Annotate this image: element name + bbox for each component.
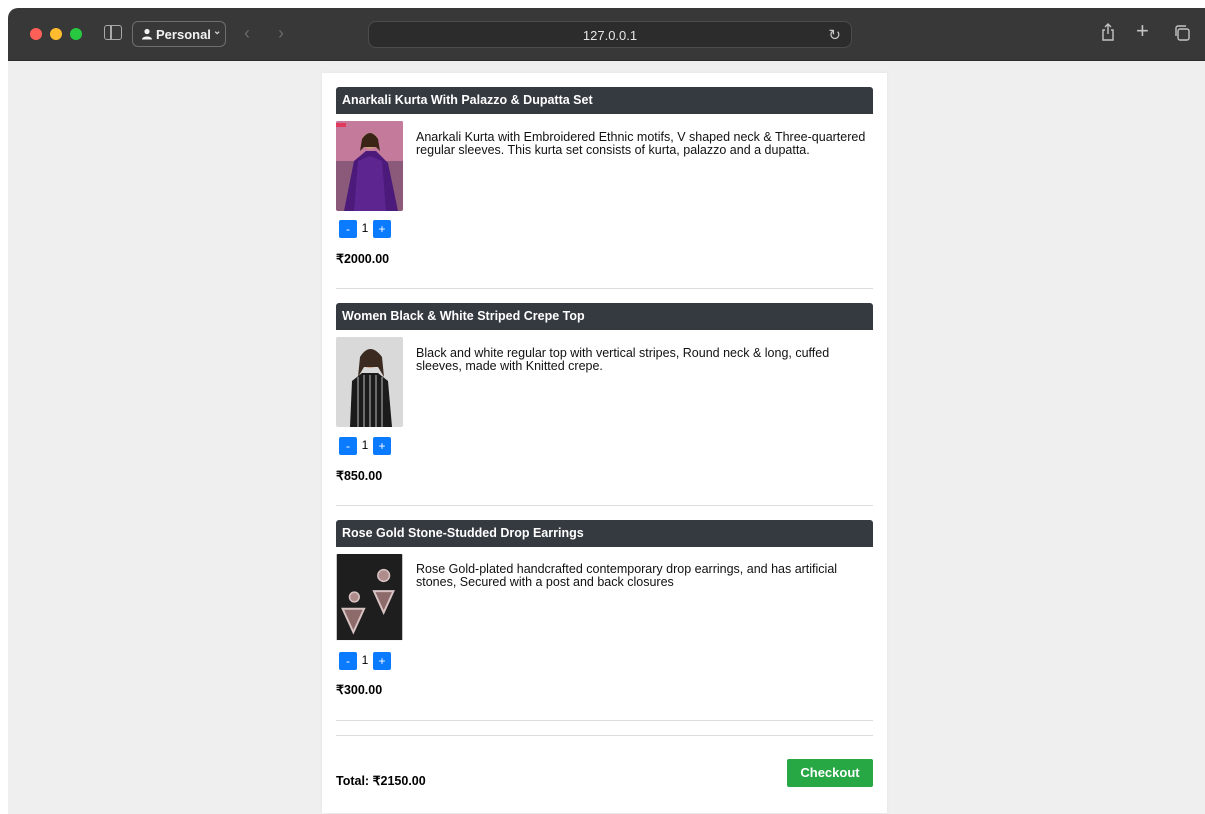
increase-quantity-button[interactable]: + xyxy=(373,437,391,455)
item-title: Rose Gold Stone-Studded Drop Earrings xyxy=(336,520,873,547)
item-title: Anarkali Kurta With Palazzo & Dupatta Se… xyxy=(336,87,873,114)
sidebar-toggle-icon[interactable] xyxy=(104,25,122,40)
product-image-striped-top xyxy=(336,337,403,427)
item-price: ₹300.00 xyxy=(336,683,383,697)
browser-toolbar: Personal ⌄ ‹ › 127.0.0.1 ↻ + xyxy=(8,8,1205,61)
decrease-quantity-button[interactable]: - xyxy=(339,220,357,238)
increase-quantity-button[interactable]: + xyxy=(373,652,391,670)
item-description: Rose Gold-plated handcrafted contemporar… xyxy=(416,562,838,589)
tab-overview-icon[interactable] xyxy=(1174,25,1190,41)
decrease-quantity-button[interactable]: - xyxy=(339,437,357,455)
cart-card: Anarkali Kurta With Palazzo & Dupatta Se… xyxy=(322,73,887,813)
decrease-quantity-button[interactable]: - xyxy=(339,652,357,670)
url-text: 127.0.0.1 xyxy=(582,28,638,43)
cart-item: Rose Gold Stone-Studded Drop Earrings Ro… xyxy=(336,520,873,697)
product-image-earrings xyxy=(336,554,403,641)
profile-label: Personal xyxy=(156,27,211,42)
person-icon xyxy=(142,28,152,40)
item-title: Women Black & White Striped Crepe Top xyxy=(336,303,873,330)
checkout-button[interactable]: Checkout xyxy=(787,759,873,787)
address-bar[interactable]: 127.0.0.1 ↻ xyxy=(368,21,852,48)
total-divider xyxy=(336,735,873,736)
close-window-button[interactable] xyxy=(30,28,42,40)
quantity-value: 1 xyxy=(361,221,369,235)
page-content: Anarkali Kurta With Palazzo & Dupatta Se… xyxy=(8,61,1205,814)
quantity-value: 1 xyxy=(361,438,369,452)
back-button[interactable]: ‹ xyxy=(244,24,250,42)
forward-button[interactable]: › xyxy=(278,24,284,42)
minimize-window-button[interactable] xyxy=(50,28,62,40)
browser-window: Personal ⌄ ‹ › 127.0.0.1 ↻ + Anarkali Ku… xyxy=(8,8,1205,814)
item-description: Anarkali Kurta with Embroidered Ethnic m… xyxy=(416,130,866,157)
increase-quantity-button[interactable]: + xyxy=(373,220,391,238)
item-price: ₹2000.00 xyxy=(336,252,390,266)
item-divider xyxy=(336,720,873,721)
item-divider xyxy=(336,288,873,289)
quantity-value: 1 xyxy=(361,653,369,667)
profile-button[interactable]: Personal ⌄ xyxy=(132,21,226,47)
reload-icon[interactable]: ↻ xyxy=(828,26,841,44)
cart-item: Women Black & White Striped Crepe Top Bl… xyxy=(336,303,873,483)
chevron-down-icon: ⌄ xyxy=(213,26,222,37)
cart-item: Anarkali Kurta With Palazzo & Dupatta Se… xyxy=(336,87,873,266)
new-tab-icon[interactable]: + xyxy=(1136,20,1149,42)
item-price: ₹850.00 xyxy=(336,469,383,483)
item-divider xyxy=(336,505,873,506)
product-image-kurta xyxy=(336,121,403,211)
zoom-window-button[interactable] xyxy=(70,28,82,40)
share-icon[interactable] xyxy=(1101,23,1115,41)
cart-total: Total: ₹2150.00 xyxy=(336,774,426,788)
item-description: Black and white regular top with vertica… xyxy=(416,346,830,373)
